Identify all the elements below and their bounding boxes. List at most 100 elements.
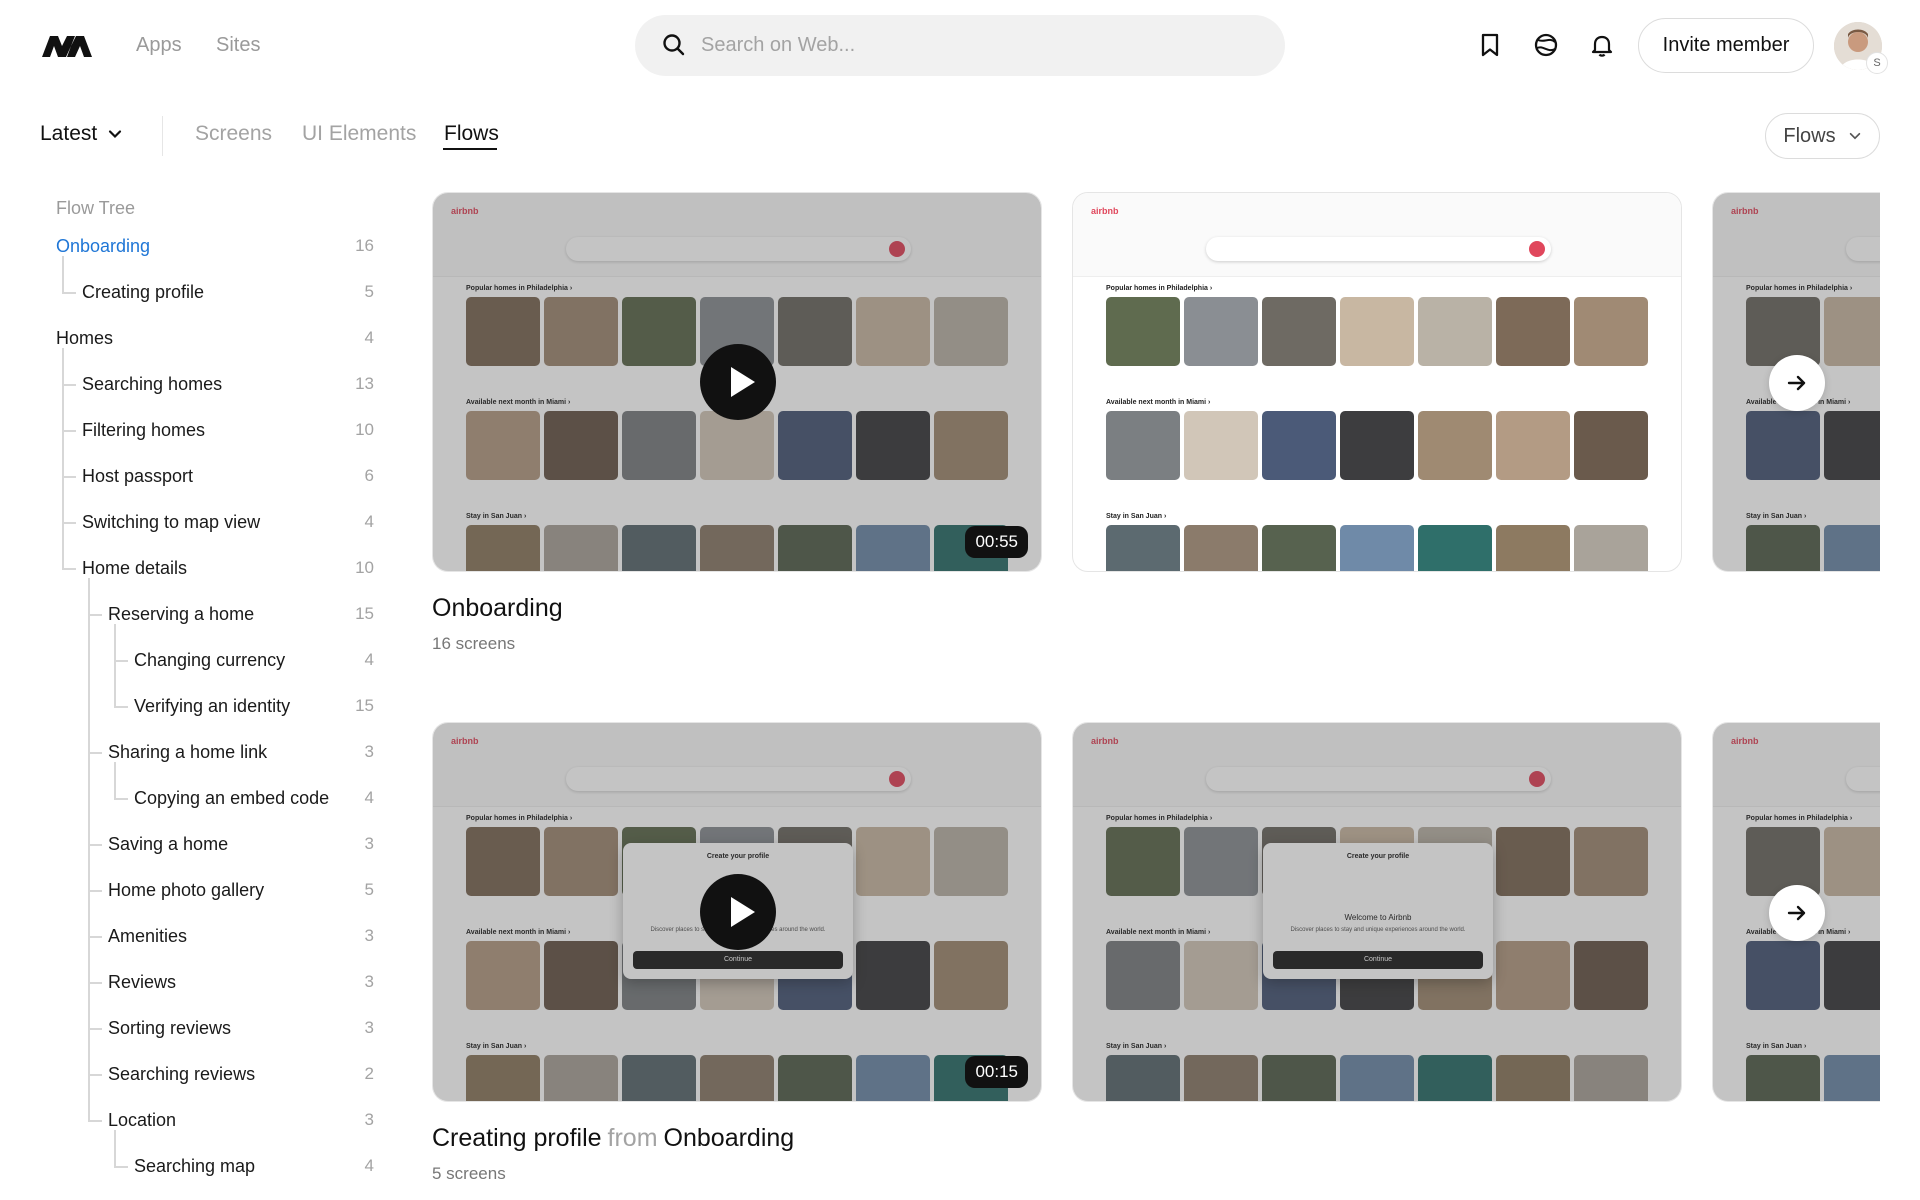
avatar-badge: S bbox=[1866, 52, 1888, 74]
nav-sites[interactable]: Sites bbox=[216, 34, 260, 57]
tree-item[interactable]: Home photo gallery 5 bbox=[108, 870, 374, 910]
tree-item-label: Switching to map view bbox=[82, 511, 261, 532]
tree-connector bbox=[114, 660, 128, 662]
tab-flows[interactable]: Flows bbox=[444, 122, 499, 146]
tree-item-count: 16 bbox=[355, 236, 374, 255]
tree-item[interactable]: Switching to map view 4 bbox=[82, 502, 374, 542]
tab-ui-elements[interactable]: UI Elements bbox=[302, 122, 416, 146]
tree-guide-line bbox=[88, 578, 90, 1120]
carousel-next-button[interactable] bbox=[1769, 355, 1825, 411]
tree-item[interactable]: Amenities 3 bbox=[108, 916, 374, 956]
play-button[interactable] bbox=[700, 344, 776, 420]
mock-thumb bbox=[1496, 525, 1570, 571]
tree-item-count: 3 bbox=[364, 972, 374, 991]
tree-item[interactable]: Searching homes 13 bbox=[82, 364, 374, 404]
tree-item-label: Reviews bbox=[108, 971, 177, 992]
tab-screens[interactable]: Screens bbox=[195, 122, 272, 146]
search-input[interactable] bbox=[701, 27, 1261, 63]
tree-item-count: 15 bbox=[355, 696, 374, 715]
tree-item[interactable]: Reviews 3 bbox=[108, 962, 374, 1002]
flow-title-parent[interactable]: Onboarding bbox=[664, 1124, 795, 1152]
mock-thumb bbox=[1496, 411, 1570, 480]
mock-thumb bbox=[1418, 297, 1492, 366]
play-button[interactable] bbox=[700, 874, 776, 950]
brand-logo[interactable] bbox=[40, 33, 96, 59]
video-duration-badge: 00:15 bbox=[965, 1056, 1028, 1088]
tree-item[interactable]: Onboarding 16 bbox=[56, 226, 374, 266]
flow-tree-sidebar: Flow Tree Onboarding 16 Creating profile 5 H… bbox=[40, 190, 390, 1200]
tree-item-count: 3 bbox=[364, 834, 374, 853]
tree-item-count: 4 bbox=[364, 788, 374, 807]
tree-item[interactable]: Location 3 bbox=[108, 1100, 374, 1140]
mock-thumb bbox=[1574, 525, 1648, 571]
tree-connector bbox=[88, 890, 102, 892]
mock-brand: airbnb bbox=[1091, 206, 1119, 216]
tree-guide-line bbox=[114, 1130, 116, 1166]
search-bar[interactable] bbox=[635, 15, 1285, 76]
tree-connector bbox=[88, 752, 102, 754]
flow-card-preview[interactable]: airbnb Popular homes in Philadelphia › Ava… bbox=[432, 722, 1042, 1102]
top-header: Apps Sites Invite member S bbox=[0, 0, 1920, 92]
flow-card-preview[interactable]: airbnb Popular homes in Philadelphia › Ava… bbox=[432, 192, 1042, 572]
search-icon bbox=[663, 34, 685, 56]
flow-title[interactable]: Creating profile from Onboarding bbox=[432, 1124, 794, 1153]
tree-connector bbox=[88, 1074, 102, 1076]
tree-connector bbox=[62, 568, 76, 570]
tree-item[interactable]: Filtering homes 10 bbox=[82, 410, 374, 450]
mock-thumb bbox=[1262, 525, 1336, 571]
flow-card-preview[interactable]: airbnb Popular homes in Philadelphia › Ava… bbox=[1072, 722, 1682, 1102]
tree-item[interactable]: Verifying an identity 15 bbox=[134, 686, 374, 726]
tree-item-count: 4 bbox=[364, 650, 374, 669]
tree-item-count: 3 bbox=[364, 1018, 374, 1037]
tree-item-label: Home photo gallery bbox=[108, 879, 265, 900]
tree-connector bbox=[88, 1028, 102, 1030]
mock-thumb bbox=[1262, 297, 1336, 366]
bookmark-icon[interactable] bbox=[1476, 31, 1504, 59]
flow-title[interactable]: Onboarding bbox=[432, 594, 575, 623]
tree-item[interactable]: Host passport 6 bbox=[82, 456, 374, 496]
tree-item[interactable]: Copying an embed code 4 bbox=[134, 778, 374, 818]
tree-item-label: Searching reviews bbox=[108, 1063, 256, 1084]
tree-item[interactable]: Saving a home 3 bbox=[108, 824, 374, 864]
flow-card-preview[interactable]: airbnb Popular homes in Philadelphia › Ava… bbox=[1712, 192, 1880, 572]
nav-apps[interactable]: Apps bbox=[136, 34, 182, 57]
tree-item[interactable]: Searching reviews 2 bbox=[108, 1054, 374, 1094]
tree-item-count: 3 bbox=[364, 1110, 374, 1129]
tree-item-label: Amenities bbox=[108, 925, 188, 946]
hover-overlay bbox=[1073, 723, 1681, 1101]
tree-guide-line bbox=[62, 348, 64, 568]
tree-item[interactable]: Sorting reviews 3 bbox=[108, 1008, 374, 1048]
mock-thumb bbox=[1106, 297, 1180, 366]
mock-thumb bbox=[1418, 525, 1492, 571]
tree-item[interactable]: Sharing a home link 3 bbox=[108, 732, 374, 772]
tree-item[interactable]: Reserving a home 15 bbox=[108, 594, 374, 634]
tree-item[interactable]: Searching map 4 bbox=[134, 1146, 374, 1186]
mock-thumb bbox=[1340, 525, 1414, 571]
tree-item[interactable]: Homes 4 bbox=[56, 318, 374, 358]
flow-title-name: Creating profile bbox=[432, 1124, 602, 1152]
arrow-right-icon bbox=[1787, 905, 1806, 921]
mock-thumb bbox=[1496, 297, 1570, 366]
tree-item-count: 4 bbox=[364, 328, 374, 347]
flow-card-preview[interactable]: airbnb Popular homes in Philadelphia › Ava… bbox=[1072, 192, 1682, 572]
divider bbox=[162, 116, 163, 156]
invite-member-button[interactable]: Invite member bbox=[1638, 18, 1814, 73]
flow-card-preview[interactable]: airbnb Popular homes in Philadelphia › Ava… bbox=[1712, 722, 1880, 1102]
tree-item[interactable]: Home details 10 bbox=[82, 548, 374, 588]
tree-item[interactable]: Changing currency 4 bbox=[134, 640, 374, 680]
tree-item-label: Copying an embed code bbox=[134, 787, 330, 808]
tree-connector bbox=[114, 1166, 128, 1168]
bell-icon[interactable] bbox=[1588, 31, 1616, 59]
flow-title-name: Onboarding bbox=[432, 594, 563, 622]
sort-latest-dropdown[interactable]: Latest bbox=[40, 122, 123, 146]
globe-icon[interactable] bbox=[1532, 31, 1560, 59]
tree-item-count: 4 bbox=[364, 512, 374, 531]
tree-connector bbox=[62, 384, 76, 386]
mock-thumb bbox=[1106, 411, 1180, 480]
tree-item[interactable]: Creating profile 5 bbox=[82, 272, 374, 312]
tree-item-count: 3 bbox=[364, 926, 374, 945]
flows-filter-dropdown[interactable]: Flows bbox=[1765, 113, 1880, 159]
carousel-next-button[interactable] bbox=[1769, 885, 1825, 941]
mock-row-title: Popular homes in Philadelphia › bbox=[1106, 285, 1213, 292]
mock-thumb bbox=[1340, 297, 1414, 366]
